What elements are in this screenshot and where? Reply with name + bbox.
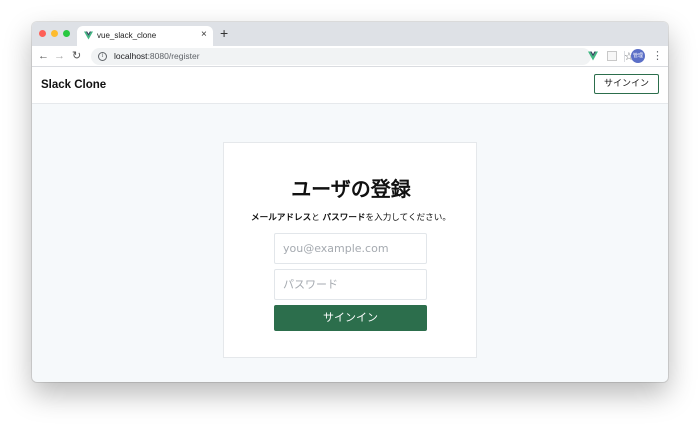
tab-strip: vue_slack_clone × + — [32, 22, 668, 46]
instruction-text: メールアドレスと パスワードを入力してください。 — [224, 211, 478, 223]
url-text[interactable]: localhost:8080/register — [114, 51, 200, 61]
browser-menu-icon[interactable]: ⋮ — [652, 49, 663, 63]
extension-icon[interactable] — [607, 51, 617, 61]
back-arrow-icon[interactable]: ← — [38, 49, 49, 63]
password-field[interactable] — [274, 269, 427, 300]
instruction-email: メールアドレス — [251, 213, 312, 223]
app-header: Slack Clone サインイン — [32, 67, 668, 104]
app-title: Slack Clone — [41, 79, 107, 91]
forward-arrow-icon[interactable]: → — [54, 49, 65, 63]
tab-close-icon[interactable]: × — [201, 29, 207, 41]
minimize-window-button[interactable] — [51, 30, 58, 37]
signin-submit-button[interactable]: サインイン — [274, 305, 427, 331]
instruction-and: と — [311, 213, 323, 223]
instruction-password: パスワード — [322, 213, 366, 223]
browser-window: vue_slack_clone × + ← → ↻ i localhost:80… — [32, 22, 668, 382]
browser-toolbar: ← → ↻ i localhost:8080/register ☆ 管理 ⋮ — [32, 46, 668, 67]
url-host: localhost — [114, 51, 148, 61]
zoom-window-button[interactable] — [63, 30, 70, 37]
email-field[interactable] — [274, 233, 427, 264]
tab-title: vue_slack_clone — [97, 31, 157, 40]
vue-devtools-extension-icon[interactable] — [588, 51, 598, 61]
url-path: :8080/register — [147, 51, 200, 61]
instruction-tail: を入力してください。 — [365, 213, 451, 223]
header-signin-button[interactable]: サインイン — [594, 74, 659, 94]
profile-avatar[interactable]: 管理 — [631, 49, 645, 63]
toolbar-divider — [624, 51, 625, 62]
reload-icon[interactable]: ↻ — [72, 49, 81, 63]
new-tab-button[interactable]: + — [220, 25, 228, 41]
vue-logo-icon — [84, 31, 93, 40]
info-icon[interactable]: i — [98, 52, 107, 61]
page-title: ユーザの登録 — [291, 177, 411, 201]
register-card: ユーザの登録 メールアドレスと パスワードを入力してください。 サインイン — [223, 142, 477, 358]
close-window-button[interactable] — [39, 30, 46, 37]
address-bar[interactable]: i localhost:8080/register ☆ — [91, 48, 634, 65]
tab-vue-slack-clone[interactable]: vue_slack_clone × — [77, 26, 213, 46]
